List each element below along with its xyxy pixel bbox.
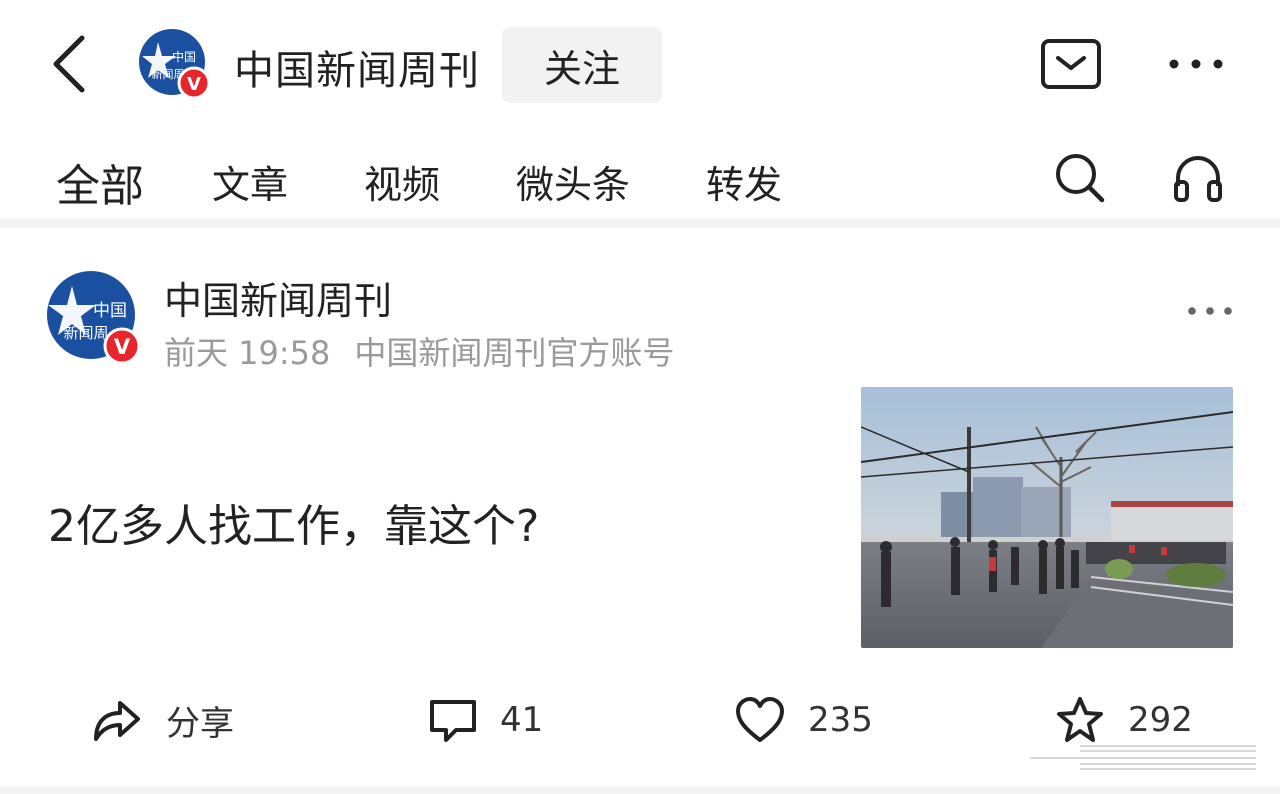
share-icon — [94, 701, 140, 741]
post-thumbnail[interactable] — [861, 387, 1233, 648]
post-author-avatar[interactable]: 中国 新闻周 V — [46, 270, 142, 366]
comment-icon — [430, 700, 476, 742]
headphones-icon — [1174, 156, 1222, 202]
like-count: 235 — [808, 700, 873, 740]
post-meta: 前天 19:58 中国新闻周刊官方账号 — [164, 328, 698, 374]
follow-button[interactable]: 关注 — [502, 27, 662, 103]
back-button[interactable] — [40, 28, 100, 98]
account-name: 中国新闻周刊 — [234, 48, 480, 94]
share-button[interactable]: 分享 — [90, 690, 234, 750]
account-avatar[interactable]: 中国 新闻周 V — [138, 28, 212, 102]
comment-count: 41 — [500, 700, 544, 740]
tab-videos[interactable]: 视频 — [364, 154, 440, 209]
post-source: 中国新闻周刊官方账号 — [354, 334, 675, 372]
more-icon — [1169, 59, 1223, 69]
message-icon — [1041, 39, 1101, 89]
tab-all[interactable]: 全部 — [56, 150, 144, 214]
avatar-text-2: 新闻周 — [63, 324, 108, 342]
bottom-divider — [0, 786, 1280, 794]
post-author-name[interactable]: 中国新闻周刊 — [164, 270, 392, 325]
verified-badge: V — [114, 335, 131, 359]
more-icon — [1188, 307, 1232, 315]
avatar-text-1: 中国 — [172, 49, 196, 64]
star-icon — [1057, 697, 1103, 742]
tab-reposts[interactable]: 转发 — [706, 154, 782, 209]
like-icon — [736, 697, 784, 742]
message-button[interactable] — [1040, 38, 1102, 92]
share-label: 分享 — [166, 703, 234, 744]
tab-articles[interactable]: 文章 — [212, 154, 288, 209]
search-icon — [1056, 154, 1105, 203]
watermark — [1020, 740, 1260, 780]
avatar-text-1: 中国 — [93, 301, 127, 321]
back-icon — [53, 35, 85, 93]
post-more-button[interactable] — [1186, 300, 1234, 322]
comment-button[interactable]: 41 — [428, 690, 543, 750]
more-button[interactable] — [1164, 50, 1228, 78]
top-bar: 中国 新闻周 V 中国新闻周刊 关注 — [0, 0, 1280, 128]
tab-micro-headlines[interactable]: 微头条 — [516, 154, 630, 209]
section-divider — [0, 218, 1280, 228]
post-headline[interactable]: 2亿多人找工作，靠这个? — [48, 490, 539, 554]
verified-badge: V — [187, 74, 201, 95]
post-time: 前天 19:58 — [164, 334, 331, 372]
like-button[interactable]: 235 — [734, 690, 873, 750]
listen-button[interactable] — [1170, 150, 1226, 206]
favorite-count: 292 — [1128, 700, 1193, 740]
search-button[interactable] — [1052, 150, 1108, 206]
